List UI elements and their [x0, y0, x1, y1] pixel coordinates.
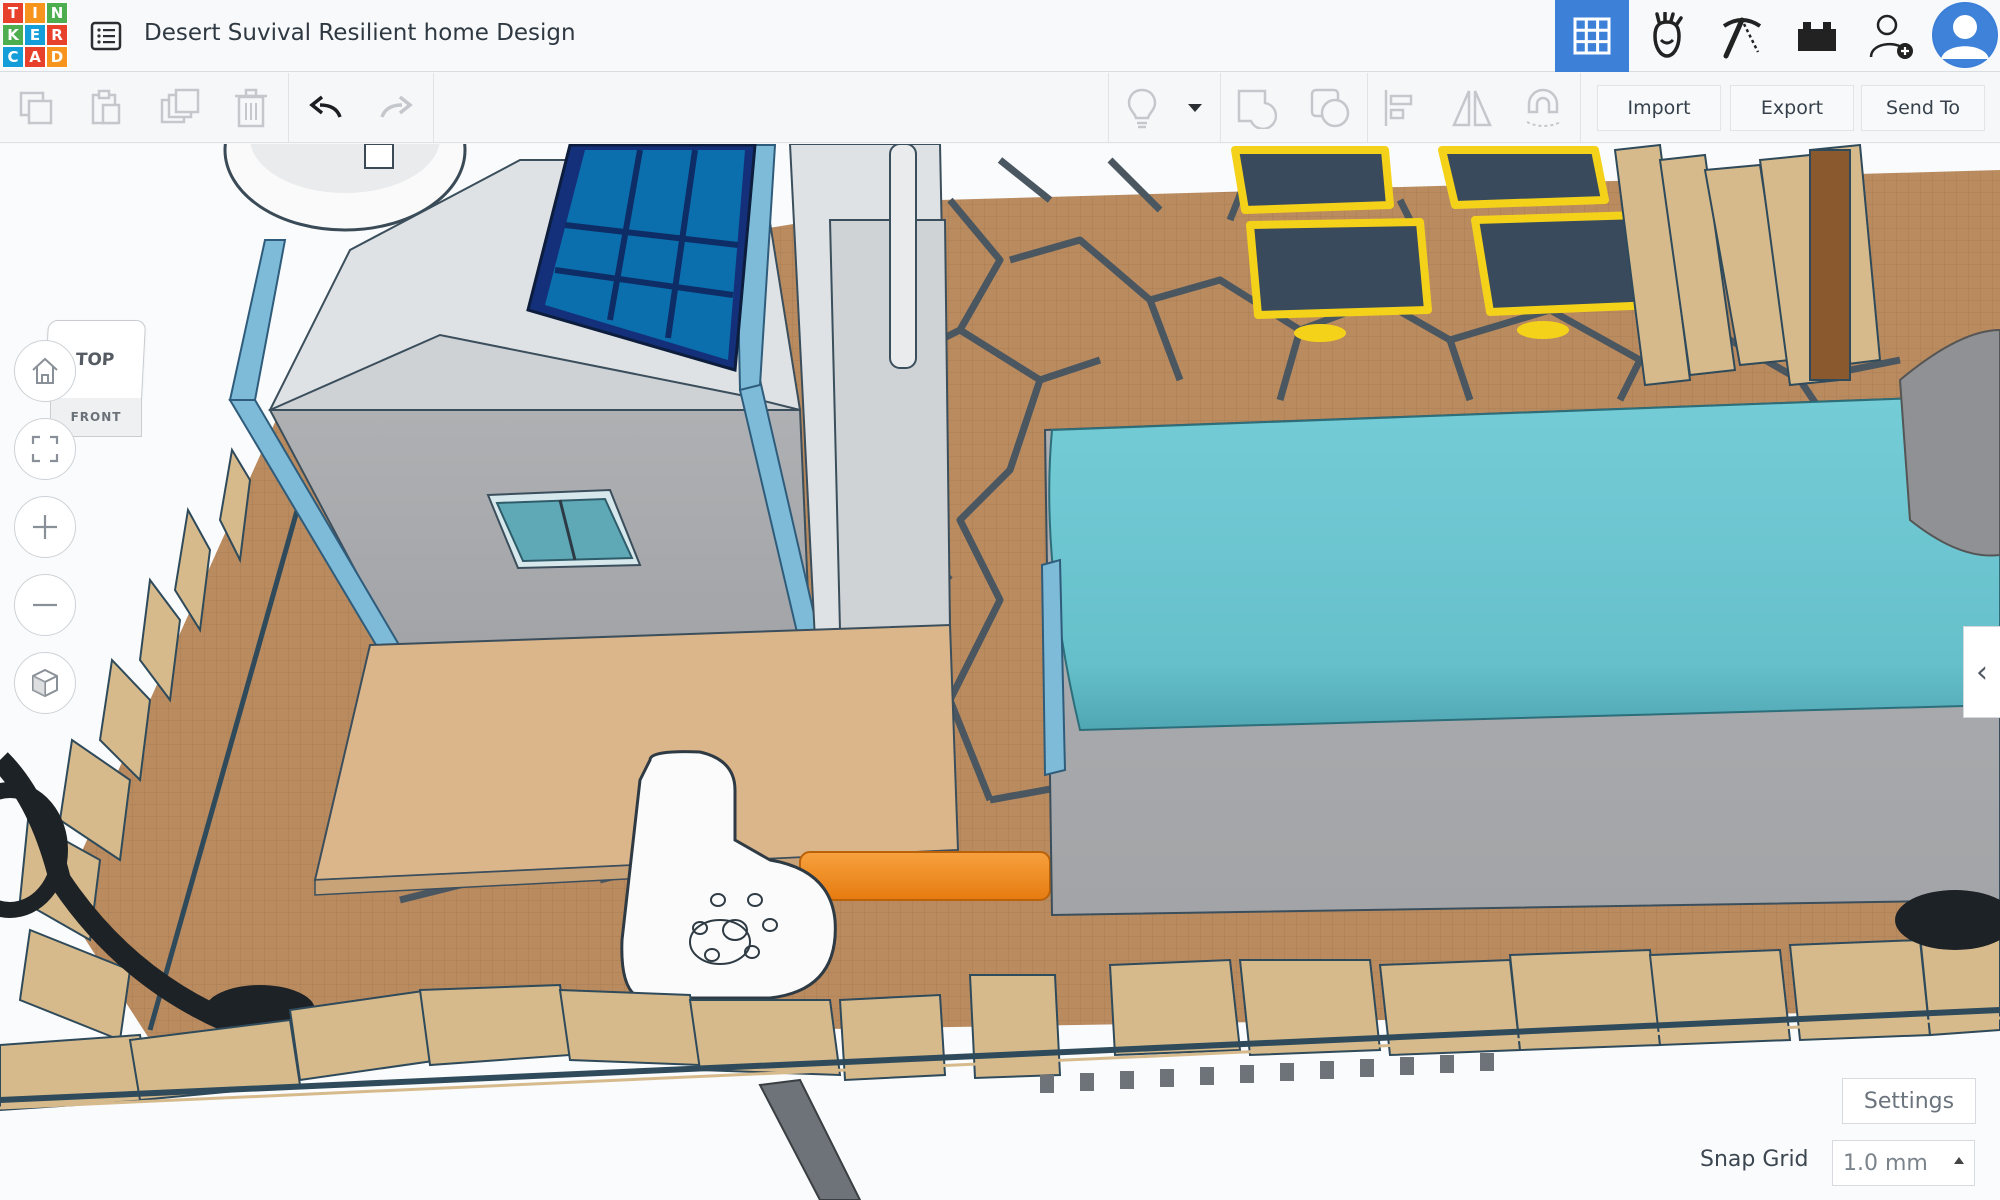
redo-icon	[380, 95, 413, 118]
cube-icon	[32, 668, 58, 698]
cruise-button[interactable]	[1518, 83, 1568, 133]
logo-letter: N	[46, 2, 68, 24]
ungroup-icon	[1310, 88, 1350, 128]
group-button[interactable]	[1231, 83, 1281, 133]
toolbar-divider	[1108, 73, 1109, 142]
send-to-button[interactable]: Send To	[1861, 85, 1985, 131]
logo-letter: C	[2, 46, 24, 68]
redo-button[interactable]	[371, 83, 421, 133]
paste-icon	[91, 89, 121, 125]
fit-view-button[interactable]	[14, 418, 76, 480]
lightbulb-icon	[1127, 88, 1157, 129]
grid-icon	[1573, 17, 1611, 55]
pickaxe-icon	[1722, 17, 1762, 59]
shapes-panel-toggle[interactable]: ‹	[1963, 626, 2000, 718]
design-list-button[interactable]	[84, 14, 128, 58]
right-fence[interactable]	[1613, 144, 1882, 387]
caret-up-icon	[1954, 1157, 1964, 1164]
duplicate-icon	[160, 88, 200, 124]
copy-button[interactable]	[11, 83, 61, 133]
toolbar-divider	[433, 73, 434, 142]
zoom-out-button[interactable]	[14, 574, 76, 636]
minus-icon	[33, 603, 57, 607]
tab-circuits[interactable]	[1630, 0, 1704, 72]
toolbar-divider	[1220, 73, 1221, 142]
home-view-button[interactable]	[14, 340, 76, 402]
user-icon	[1934, 4, 1996, 66]
caret-down-icon	[1188, 104, 1202, 112]
magnet-icon	[1526, 88, 1562, 127]
brick-icon	[1798, 22, 1836, 51]
undo-icon	[309, 95, 342, 118]
circuit-hand-icon	[1653, 12, 1683, 58]
snap-grid-label: Snap Grid	[1700, 1147, 1809, 1172]
export-button[interactable]: Export	[1730, 85, 1854, 131]
copy-icon	[19, 91, 53, 125]
toolbar-divider	[288, 73, 289, 142]
align-icon	[1384, 90, 1413, 126]
logo-letter: I	[24, 2, 46, 24]
ungroup-button[interactable]	[1305, 83, 1355, 133]
user-avatar[interactable]	[1932, 2, 1998, 68]
workplane-viewport[interactable]: TOP FRONT ‹ Settings Snap Grid 1.0 mm	[0, 144, 2000, 1200]
paste-button[interactable]	[81, 83, 131, 133]
edit-toolbar: Import Export Send To	[0, 73, 2000, 143]
duplicate-button[interactable]	[155, 83, 205, 133]
tinkercad-logo[interactable]: T I N K E R C A D	[2, 2, 68, 68]
align-button[interactable]	[1376, 83, 1426, 133]
group-icon	[1237, 89, 1277, 129]
fit-all-icon	[31, 435, 59, 463]
mirror-icon	[1452, 90, 1492, 127]
logo-letter: A	[24, 46, 46, 68]
import-button[interactable]: Import	[1597, 85, 1721, 131]
show-all-button[interactable]	[1117, 83, 1167, 133]
logo-letter: E	[24, 24, 46, 46]
toolbar-divider	[1367, 73, 1368, 142]
water-pipe[interactable]	[799, 851, 1051, 901]
delete-button[interactable]	[226, 83, 276, 133]
logo-letter: T	[2, 2, 24, 24]
3d-scene[interactable]	[0, 144, 2000, 1200]
design-title[interactable]: Desert Suvival Resilient home Design	[144, 20, 576, 46]
plus-icon	[33, 515, 57, 539]
app-header: T I N K E R C A D Desert Suvival Resilie…	[0, 0, 2000, 72]
perspective-toggle-button[interactable]	[14, 652, 76, 714]
settings-button[interactable]: Settings	[1842, 1078, 1976, 1124]
undo-button[interactable]	[301, 83, 351, 133]
snap-grid-select[interactable]: 1.0 mm	[1832, 1140, 1975, 1186]
visibility-dropdown[interactable]	[1171, 83, 1219, 133]
mirror-button[interactable]	[1447, 83, 1497, 133]
trash-icon	[235, 88, 267, 128]
logo-letter: D	[46, 46, 68, 68]
logo-letter: K	[2, 24, 24, 46]
toolbar-divider	[1580, 73, 1581, 142]
list-icon	[90, 21, 122, 51]
tab-bricks[interactable]	[1780, 0, 1854, 72]
chevron-left-icon: ‹	[1976, 654, 1988, 690]
tab-codeblocks[interactable]	[1705, 0, 1779, 72]
zoom-in-button[interactable]	[14, 496, 76, 558]
tab-add-user[interactable]	[1855, 0, 1929, 72]
logo-letter: R	[46, 24, 68, 46]
add-user-icon	[1869, 14, 1913, 59]
snap-grid-value: 1.0 mm	[1843, 1151, 1928, 1176]
tab-3d-design[interactable]	[1555, 0, 1629, 72]
side-wall[interactable]	[788, 144, 952, 642]
home-icon	[32, 357, 58, 384]
